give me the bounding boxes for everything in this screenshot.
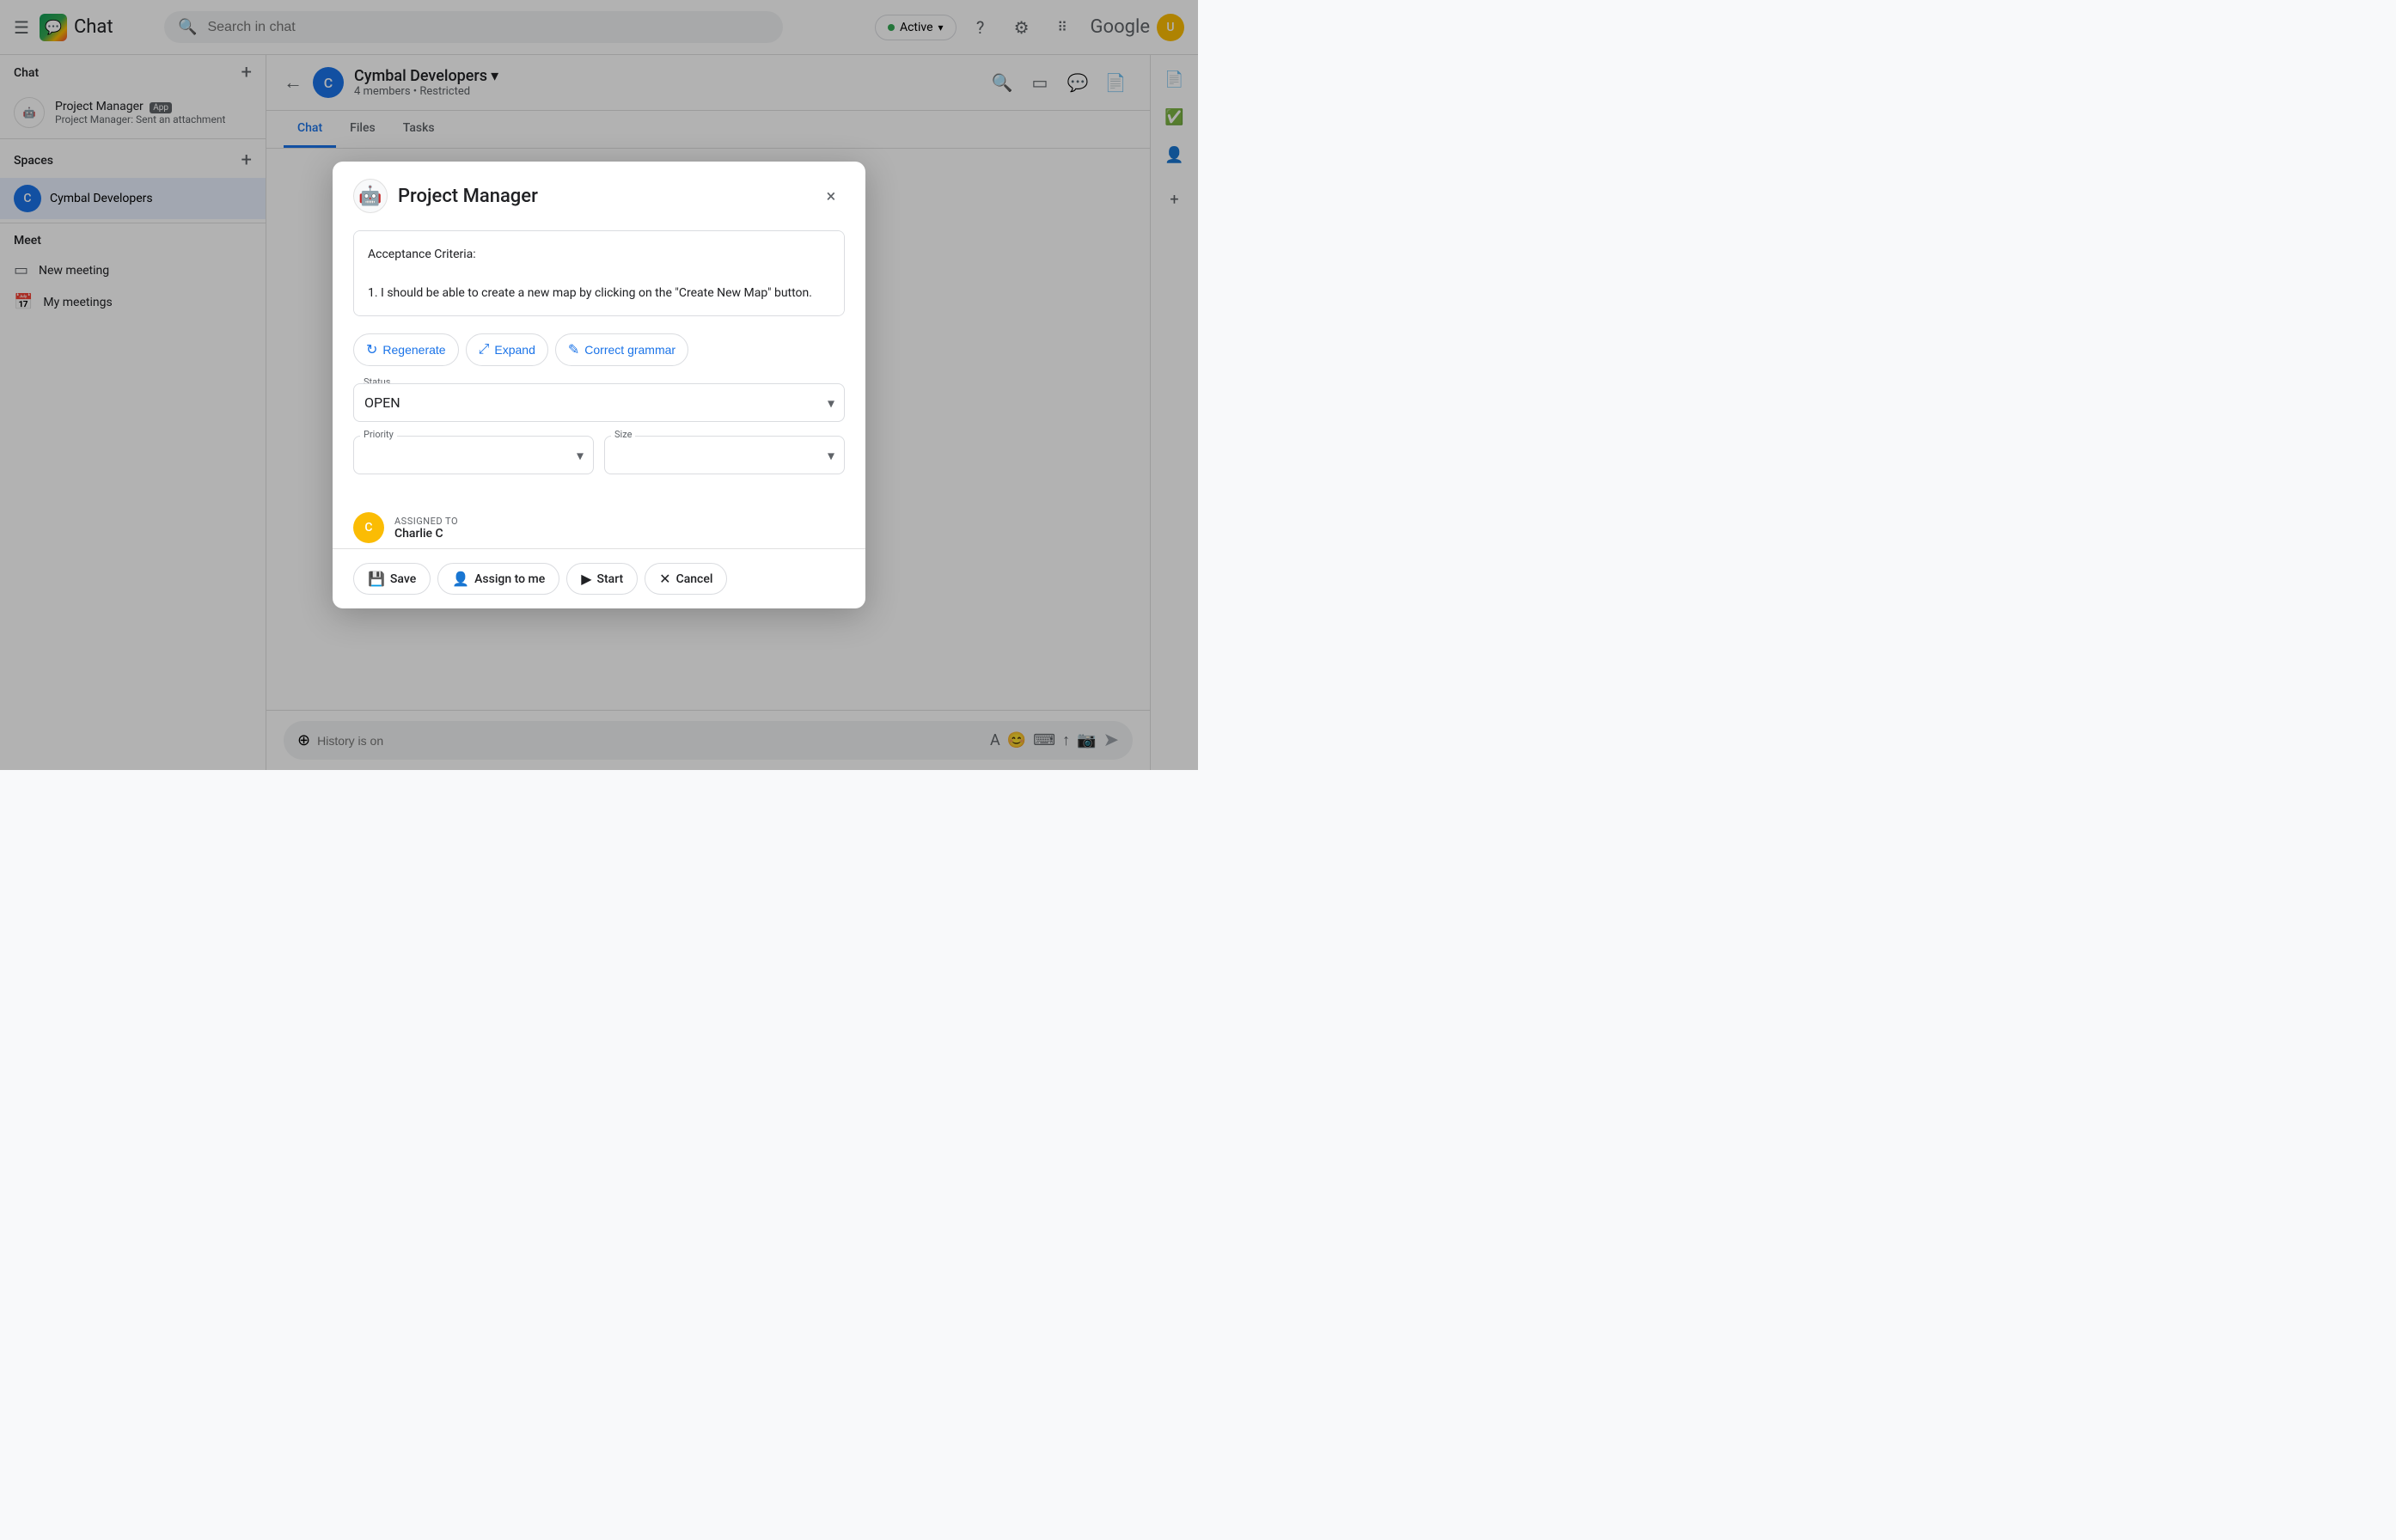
assign-to-me-button[interactable]: 👤 Assign to me [437,563,559,595]
priority-dropdown[interactable]: Low Medium High [353,436,594,474]
acceptance-criteria-textarea[interactable]: Acceptance Criteria: 1. I should be able… [353,230,845,316]
size-dropdown[interactable]: Small Medium Large [604,436,845,474]
correct-grammar-button[interactable]: ✎ Correct grammar [555,333,688,366]
regenerate-button[interactable]: ↻ Regenerate [353,333,459,366]
priority-floating-label: Priority [360,429,397,440]
modal-title: Project Manager [398,186,807,207]
modal-bot-icon: 🤖 [353,179,388,213]
expand-button[interactable]: ⤢ Expand [466,333,548,366]
assign-icon: 👤 [452,571,469,587]
assigned-section: C ASSIGNED TO Charlie C [353,502,845,548]
start-button[interactable]: ▶ Start [566,563,638,595]
size-floating-label: Size [611,429,635,440]
modal: 🤖 Project Manager × Acceptance Criteria:… [333,162,865,608]
priority-size-row: Low Medium High ▾ Priority Small Medium [353,436,845,488]
modal-header: 🤖 Project Manager × [333,162,865,230]
modal-footer: 💾 Save 👤 Assign to me ▶ Start ✕ Cancel [333,548,865,608]
assigned-to-label: ASSIGNED TO [394,516,458,527]
modal-close-button[interactable]: × [817,182,845,210]
assigned-to-name: Charlie C [394,527,458,541]
modal-body: Acceptance Criteria: 1. I should be able… [333,230,865,548]
action-buttons: ↻ Regenerate ⤢ Expand ✎ Correct grammar [353,333,845,366]
status-wrapper: Status OPEN IN PROGRESS DONE CLOSED ▾ [353,383,845,422]
assigned-avatar: C [353,512,384,543]
modal-overlay[interactable]: 🤖 Project Manager × Acceptance Criteria:… [0,0,1198,770]
cancel-icon: ✕ [659,571,670,587]
save-icon: 💾 [368,571,385,587]
start-icon: ▶ [581,571,591,587]
size-field: Small Medium Large ▾ Size [604,436,845,474]
priority-field: Low Medium High ▾ Priority [353,436,594,474]
cancel-button[interactable]: ✕ Cancel [645,563,727,595]
expand-icon: ⤢ [479,342,490,358]
status-dropdown[interactable]: OPEN IN PROGRESS DONE CLOSED [353,383,845,422]
status-field: Status OPEN IN PROGRESS DONE CLOSED ▾ [353,383,845,422]
regenerate-icon: ↻ [366,341,377,358]
grammar-icon: ✎ [568,341,579,358]
assigned-info: ASSIGNED TO Charlie C [394,516,458,541]
save-button[interactable]: 💾 Save [353,563,431,595]
